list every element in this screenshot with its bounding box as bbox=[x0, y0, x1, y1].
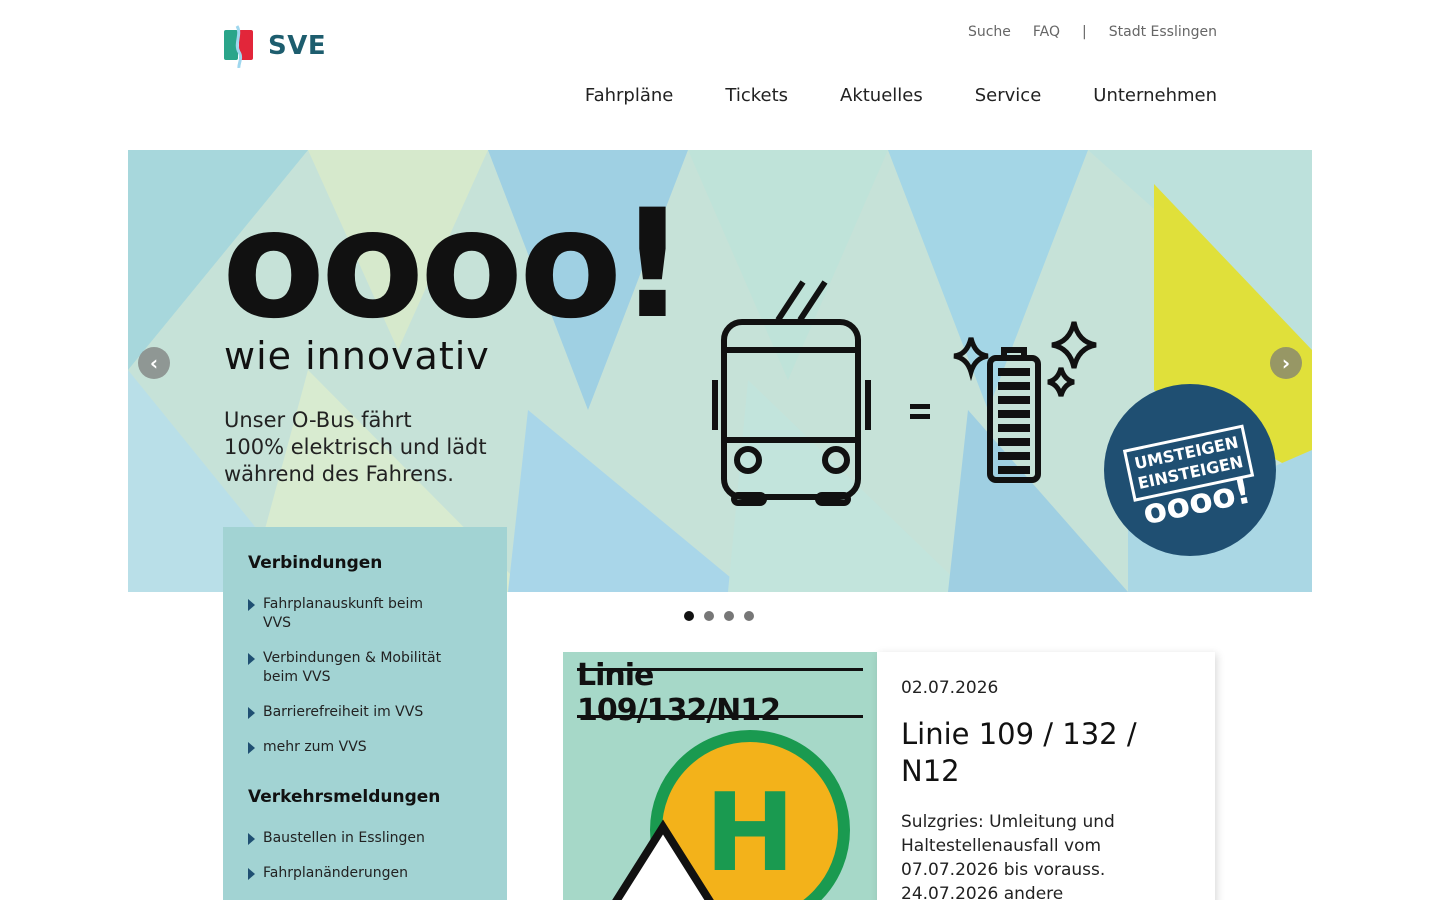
arrow-right-icon bbox=[248, 868, 255, 880]
main-nav-unternehmen[interactable]: Unternehmen bbox=[1093, 85, 1217, 106]
top-nav: Suche FAQ | Stadt Esslingen bbox=[968, 24, 1217, 40]
slider-dot-2[interactable] bbox=[704, 611, 714, 621]
sidebar-link[interactable]: Barrierefreiheit im VVS bbox=[248, 703, 482, 722]
sidebar-link-label: Fahrplanauskunft beim VVS bbox=[263, 596, 424, 631]
slider-dot-3[interactable] bbox=[724, 611, 734, 621]
arrow-right-icon bbox=[248, 742, 255, 754]
sidebar-section-title-verbindungen: Verbindungen bbox=[248, 553, 383, 573]
sidebar-link[interactable]: Fahrplanänderungen bbox=[248, 864, 482, 883]
sve-logo[interactable]: SVE bbox=[224, 24, 326, 68]
hero-slider: oooo! wie innovativ Unser O-Bus fährt 10… bbox=[128, 150, 1312, 592]
main-nav-service[interactable]: Service bbox=[975, 85, 1042, 106]
slider-next-button[interactable]: › bbox=[1270, 347, 1302, 379]
arrow-right-icon bbox=[248, 653, 255, 665]
sidebar-link-label: Baustellen in Esslingen bbox=[263, 830, 425, 846]
badge-graphic: UMSTEIGEN EINSTEIGEN oooo! bbox=[1122, 424, 1254, 533]
sidebar-link[interactable]: Baustellen in Esslingen bbox=[248, 829, 482, 848]
main-nav-tickets[interactable]: Tickets bbox=[725, 85, 788, 106]
sidebar-link-label: Fahrplanänderungen bbox=[263, 865, 409, 881]
sidebar-link-label: mehr zum VVS bbox=[263, 739, 367, 755]
top-nav-faq-link[interactable]: FAQ bbox=[1033, 24, 1060, 40]
sidebar-link[interactable]: mehr zum VVS bbox=[248, 738, 482, 757]
main-nav-aktuelles[interactable]: Aktuelles bbox=[840, 85, 923, 106]
slider-text-line: während des Fahrens. bbox=[224, 462, 454, 486]
slider-headline: oooo! bbox=[222, 178, 687, 352]
slider-prev-button[interactable]: ‹ bbox=[138, 347, 170, 379]
svg-text:H: H bbox=[705, 771, 795, 896]
sidebar-link-label: Barrierefreiheit im VVS bbox=[263, 704, 424, 720]
news-image[interactable]: Linie 109/132/N12 H bbox=[563, 652, 877, 900]
news-card[interactable]: 02.07.2026 Linie 109 / 132 / N12 Sulzgri… bbox=[877, 652, 1215, 900]
news-teaser: Sulzgries: Umleitung und Haltestellenaus… bbox=[901, 812, 1115, 900]
sve-logo-icon bbox=[224, 25, 253, 68]
slider-dot-4[interactable] bbox=[744, 611, 754, 621]
sidebar-list-verkehrsmeldungen: Baustellen in Esslingen Fahrplanänderung… bbox=[248, 829, 482, 883]
sidebar-link[interactable]: Verbindungen & Mobilität beim VVS bbox=[248, 649, 482, 687]
sidebar-link-label: Verbindungen & Mobilität beim VVS bbox=[263, 650, 442, 685]
top-nav-separator: | bbox=[1082, 24, 1087, 40]
sidebar-list-verbindungen: Fahrplanauskunft beim VVS Verbindungen &… bbox=[248, 595, 482, 757]
umsteigen-badge: UMSTEIGEN EINSTEIGEN oooo! bbox=[1104, 384, 1276, 556]
arrow-right-icon bbox=[248, 707, 255, 719]
news-date: 02.07.2026 bbox=[901, 678, 999, 698]
slider-dot-1[interactable] bbox=[684, 611, 694, 621]
slider-text-line: 100% elektrisch und lädt bbox=[224, 435, 487, 459]
news-title[interactable]: Linie 109 / 132 / N12 bbox=[901, 716, 1191, 790]
bus-stop-sign-icon: H bbox=[612, 730, 850, 900]
main-nav: Fahrpläne Tickets Aktuelles Service Unte… bbox=[585, 85, 1217, 106]
slider-subheadline: wie innovativ bbox=[224, 334, 490, 378]
arrow-right-icon bbox=[248, 599, 255, 611]
sidebar-link[interactable]: Fahrplanauskunft beim VVS bbox=[248, 595, 482, 633]
top-nav-search-link[interactable]: Suche bbox=[968, 24, 1011, 40]
top-nav-stadt-link[interactable]: Stadt Esslingen bbox=[1109, 24, 1217, 40]
sidebar-section-title-verkehrsmeldungen: Verkehrsmeldungen bbox=[248, 787, 441, 807]
slider-text: Unser O-Bus fährt 100% elektrisch und lä… bbox=[224, 407, 524, 488]
quicklinks-sidebar: Verbindungen Fahrplanauskunft beim VVS V… bbox=[223, 527, 507, 900]
main-nav-fahrplaene[interactable]: Fahrpläne bbox=[585, 85, 673, 106]
arrow-right-icon bbox=[248, 833, 255, 845]
slider-text-line: Unser O-Bus fährt bbox=[224, 408, 412, 432]
slider-pagination bbox=[684, 611, 754, 621]
logo-text: SVE bbox=[268, 31, 327, 61]
